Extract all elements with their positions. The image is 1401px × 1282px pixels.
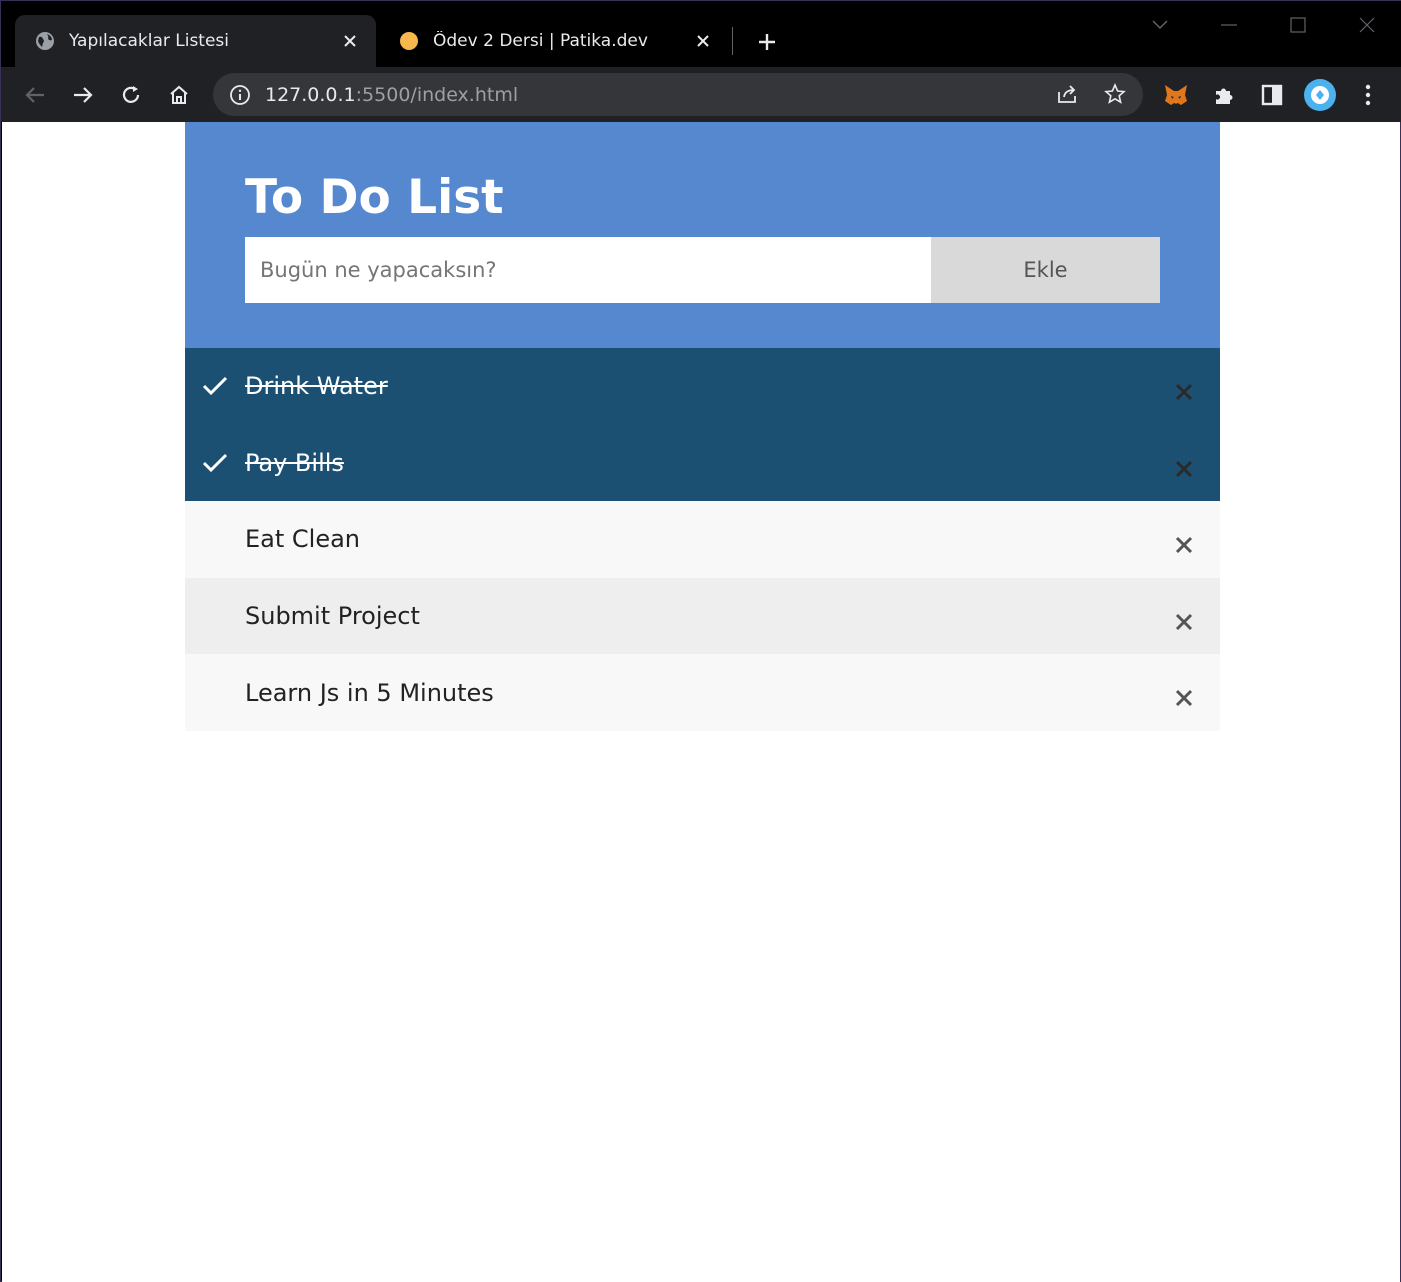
task-item-checked[interactable]: Drink Water [185, 348, 1220, 425]
checkmark-icon [202, 376, 228, 396]
url-text: 127.0.0.1:5500/index.html [265, 84, 518, 106]
task-item-checked[interactable]: Pay Bills [185, 424, 1220, 502]
task-label: Learn Js in 5 Minutes [245, 678, 494, 707]
share-icon[interactable] [1051, 78, 1083, 110]
browser-toolbar: 127.0.0.1:5500/index.html [1, 67, 1401, 122]
close-window-icon[interactable] [1347, 9, 1387, 41]
maximize-icon[interactable] [1278, 9, 1318, 41]
delete-task-icon[interactable] [1170, 531, 1198, 559]
tab-yapilacaklar[interactable]: Yapılacaklar Listesi [15, 15, 376, 67]
todo-header: To Do List Ekle [185, 122, 1220, 348]
url-host: 127.0.0.1 [265, 83, 356, 106]
tab-search-chevron-icon[interactable] [1140, 9, 1180, 41]
tab-strip: Yapılacaklar Listesi Ödev 2 Dersi | Pati… [1, 1, 1401, 67]
delete-task-icon[interactable] [1170, 378, 1198, 406]
tab-patika[interactable]: Ödev 2 Dersi | Patika.dev [379, 15, 729, 67]
browser-window: Yapılacaklar Listesi Ödev 2 Dersi | Pati… [0, 0, 1401, 1282]
address-bar[interactable]: 127.0.0.1:5500/index.html [213, 73, 1143, 116]
side-panel-icon[interactable] [1256, 79, 1288, 111]
task-input[interactable] [245, 237, 931, 303]
task-label: Eat Clean [245, 525, 361, 554]
orange-dot-icon [400, 32, 418, 50]
task-item[interactable]: Submit Project [185, 577, 1220, 655]
delete-task-icon[interactable] [1170, 684, 1198, 712]
tab-separator [732, 27, 733, 55]
metamask-fox-icon[interactable] [1160, 79, 1192, 111]
delete-task-icon[interactable] [1170, 455, 1198, 483]
bookmark-star-icon[interactable] [1099, 78, 1131, 110]
tab-title: Yapılacaklar Listesi [69, 31, 230, 51]
task-list: Drink Water Pay Bills Eat Clean Submit P… [185, 348, 1220, 731]
task-item[interactable]: Learn Js in 5 Minutes [185, 654, 1220, 731]
profile-avatar-icon[interactable] [1304, 79, 1336, 111]
browser-menu-icon[interactable] [1352, 79, 1384, 111]
reload-icon[interactable] [115, 79, 147, 111]
tab-close-icon[interactable] [689, 27, 717, 55]
add-task-button[interactable]: Ekle [931, 237, 1160, 303]
back-icon[interactable] [19, 79, 51, 111]
forward-icon[interactable] [67, 79, 99, 111]
home-icon[interactable] [163, 79, 195, 111]
task-item[interactable]: Eat Clean [185, 501, 1220, 578]
globe-icon [36, 32, 54, 50]
info-icon[interactable] [229, 84, 251, 106]
tab-title: Ödev 2 Dersi | Patika.dev [433, 31, 648, 51]
delete-task-icon[interactable] [1170, 608, 1198, 636]
url-path: :5500/index.html [355, 83, 519, 106]
tab-close-icon[interactable] [336, 27, 364, 55]
todo-app: To Do List Ekle Drink Water Pay Bills [185, 122, 1220, 731]
task-label: Submit Project [245, 602, 420, 631]
add-task-row: Ekle [245, 237, 1160, 303]
checkmark-icon [202, 453, 228, 472]
page-viewport: To Do List Ekle Drink Water Pay Bills [2, 122, 1400, 1282]
extensions-puzzle-icon[interactable] [1208, 79, 1240, 111]
page-title: To Do List [245, 170, 504, 225]
task-label: Pay Bills [245, 448, 344, 477]
minimize-icon[interactable] [1209, 9, 1249, 41]
new-tab-icon[interactable] [751, 26, 783, 58]
task-label: Drink Water [245, 372, 388, 401]
